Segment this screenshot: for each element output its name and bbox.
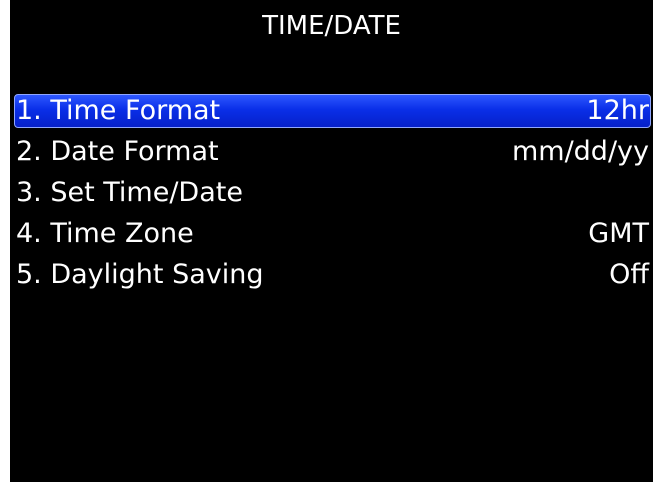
menu-item-value: Off xyxy=(609,259,649,290)
menu-item-set-time-date[interactable]: 3. Set Time/Date xyxy=(14,176,651,210)
menu-item-value: 12hr xyxy=(586,95,649,126)
menu-item-label: 2. Date Format xyxy=(16,136,219,167)
menu-item-date-format[interactable]: 2. Date Format mm/dd/yy xyxy=(14,135,651,169)
menu-item-value: mm/dd/yy xyxy=(511,136,649,167)
menu-item-time-zone[interactable]: 4. Time Zone GMT xyxy=(14,217,651,251)
device-screen: TIME/DATE 1. Time Format 12hr 2. Date Fo… xyxy=(10,0,653,482)
menu-item-time-format[interactable]: 1. Time Format 12hr xyxy=(14,94,651,128)
menu-item-label: 4. Time Zone xyxy=(16,218,194,249)
menu-item-daylight-saving[interactable]: 5. Daylight Saving Off xyxy=(14,258,651,292)
menu-item-label: 3. Set Time/Date xyxy=(16,177,243,208)
menu-item-label: 1. Time Format xyxy=(16,95,221,126)
settings-menu: 1. Time Format 12hr 2. Date Format mm/dd… xyxy=(14,94,651,299)
menu-item-label: 5. Daylight Saving xyxy=(16,259,264,290)
menu-item-value: GMT xyxy=(588,218,649,249)
page-title: TIME/DATE xyxy=(262,11,401,41)
